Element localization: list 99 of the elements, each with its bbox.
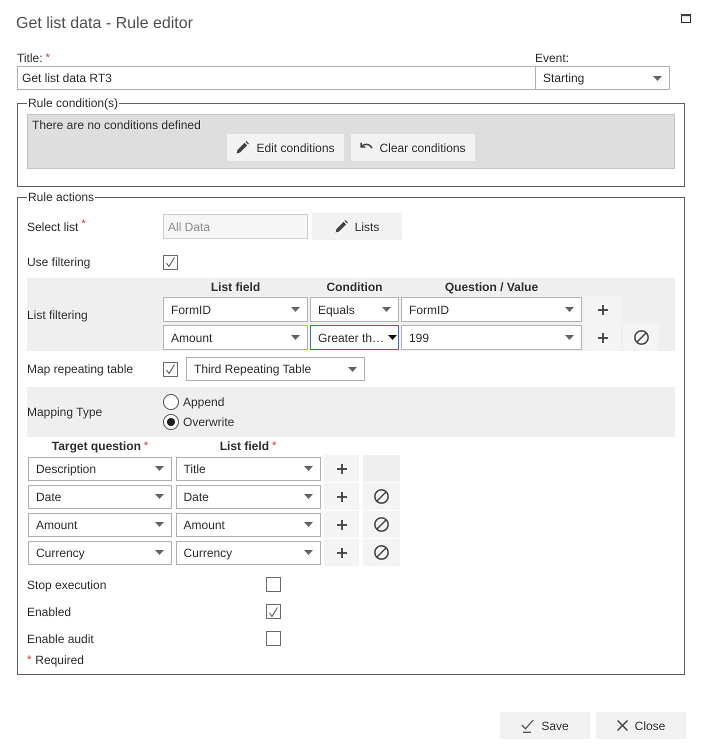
- caret-icon: [155, 466, 164, 471]
- add-button[interactable]: [324, 455, 359, 482]
- field-label: Event:: [535, 51, 570, 65]
- required-mark: *: [272, 440, 276, 452]
- caret-icon: [291, 307, 300, 312]
- panel-legend: Rule actions: [27, 190, 96, 204]
- close-button[interactable]: Close: [596, 712, 686, 739]
- required-mark: *: [46, 52, 50, 64]
- radio-button[interactable]: [163, 394, 179, 410]
- row-label: Enable audit: [27, 632, 94, 646]
- row-label: Select list: [27, 220, 78, 234]
- event-select[interactable]: Starting: [535, 66, 670, 90]
- list-field-select[interactable]: Date: [176, 484, 320, 508]
- maximize-icon[interactable]: [681, 14, 691, 23]
- prohibited-icon: [634, 330, 648, 345]
- add-button[interactable]: [324, 511, 359, 538]
- pencil-icon: [236, 141, 250, 154]
- plus-icon: [336, 464, 346, 474]
- value-select[interactable]: 199: [401, 325, 582, 350]
- target-question-select[interactable]: Amount: [28, 512, 172, 536]
- close-icon: [616, 720, 628, 731]
- add-button[interactable]: [584, 296, 621, 323]
- checkbox[interactable]: [163, 362, 178, 376]
- prohibited-icon: [374, 489, 388, 504]
- checkbox[interactable]: [266, 604, 281, 619]
- caret-icon: [565, 307, 574, 312]
- remove-button[interactable]: [623, 324, 659, 351]
- tick-icon: [166, 257, 175, 267]
- remove-button[interactable]: [362, 539, 400, 566]
- caret-icon: [348, 366, 357, 372]
- caret-icon: [304, 522, 312, 527]
- conditions-message: There are no conditions defined: [32, 118, 202, 133]
- radio-label: Append: [183, 395, 224, 409]
- target-question-select[interactable]: Currency: [28, 540, 172, 564]
- row-label: Enabled: [27, 604, 72, 618]
- title-input[interactable]: Get list data RT3: [17, 66, 536, 90]
- tick-icon: [166, 364, 175, 374]
- caret-icon: [304, 466, 312, 471]
- save-button[interactable]: Save: [500, 712, 590, 739]
- row-label: Use filtering: [27, 255, 90, 269]
- list-field-select[interactable]: Title: [176, 456, 320, 480]
- column-header: Condition: [326, 280, 382, 294]
- tick-icon: [269, 606, 278, 616]
- column-header: Target question: [52, 438, 141, 452]
- radio-label: Overwrite: [183, 415, 234, 429]
- column-header: List field: [220, 438, 270, 452]
- caret-icon: [388, 335, 398, 340]
- plus-icon: [598, 332, 608, 342]
- list-field-select[interactable]: Amount: [176, 512, 320, 536]
- caret-icon: [565, 335, 574, 340]
- checkmark-icon: [521, 718, 534, 732]
- table-select[interactable]: Third Repeating Table: [186, 357, 365, 381]
- caret-icon: [382, 307, 391, 312]
- row-label: Mapping Type: [27, 405, 102, 419]
- add-button[interactable]: [324, 483, 359, 510]
- remove-button[interactable]: [362, 483, 400, 510]
- required-mark: *: [27, 654, 32, 666]
- plus-icon: [598, 304, 608, 314]
- field-label: Title:: [17, 51, 43, 65]
- remove-button[interactable]: [362, 511, 400, 538]
- target-question-select[interactable]: Description: [28, 456, 172, 480]
- condition-select[interactable]: Equals: [310, 297, 399, 322]
- plus-icon: [336, 520, 346, 530]
- edit-conditions-button[interactable]: Edit conditions: [227, 134, 344, 161]
- panel-legend: Rule condition(s): [27, 96, 120, 110]
- row-label: Stop execution: [27, 578, 106, 592]
- target-question-select[interactable]: Date: [28, 484, 172, 508]
- value-select[interactable]: FormID: [401, 297, 582, 322]
- radio-button[interactable]: [163, 414, 179, 430]
- prohibited-icon: [374, 517, 388, 532]
- row-label: Map repeating table: [27, 362, 134, 376]
- caret-icon: [653, 76, 662, 80]
- column-header: List field: [210, 280, 260, 294]
- pencil-icon: [334, 220, 348, 233]
- list-field-select[interactable]: Amount: [163, 325, 308, 350]
- add-button[interactable]: [584, 324, 621, 351]
- prohibited-icon: [374, 545, 388, 560]
- caret-icon: [304, 550, 312, 555]
- condition-select[interactable]: Greater th…: [310, 325, 399, 350]
- required-mark: *: [81, 218, 86, 230]
- caret-icon: [155, 522, 164, 527]
- row-label: List filtering: [27, 308, 88, 322]
- required-note: Required: [35, 652, 84, 666]
- list-field-select[interactable]: FormID: [163, 297, 308, 322]
- required-mark: *: [144, 440, 148, 452]
- column-header: Question / Value: [444, 280, 538, 294]
- plus-icon: [336, 548, 346, 558]
- checkbox[interactable]: [163, 254, 178, 270]
- caret-icon: [155, 550, 164, 555]
- add-button[interactable]: [324, 539, 359, 566]
- clear-conditions-button[interactable]: Clear conditions: [350, 134, 475, 161]
- list-field-select[interactable]: Currency: [176, 540, 320, 564]
- caret-icon: [291, 335, 300, 340]
- checkbox[interactable]: [266, 631, 281, 646]
- window-title: Get list data - Rule editor: [16, 14, 193, 34]
- caret-icon: [304, 494, 312, 499]
- caret-icon: [155, 494, 164, 499]
- plus-icon: [336, 492, 346, 502]
- checkbox[interactable]: [266, 577, 281, 592]
